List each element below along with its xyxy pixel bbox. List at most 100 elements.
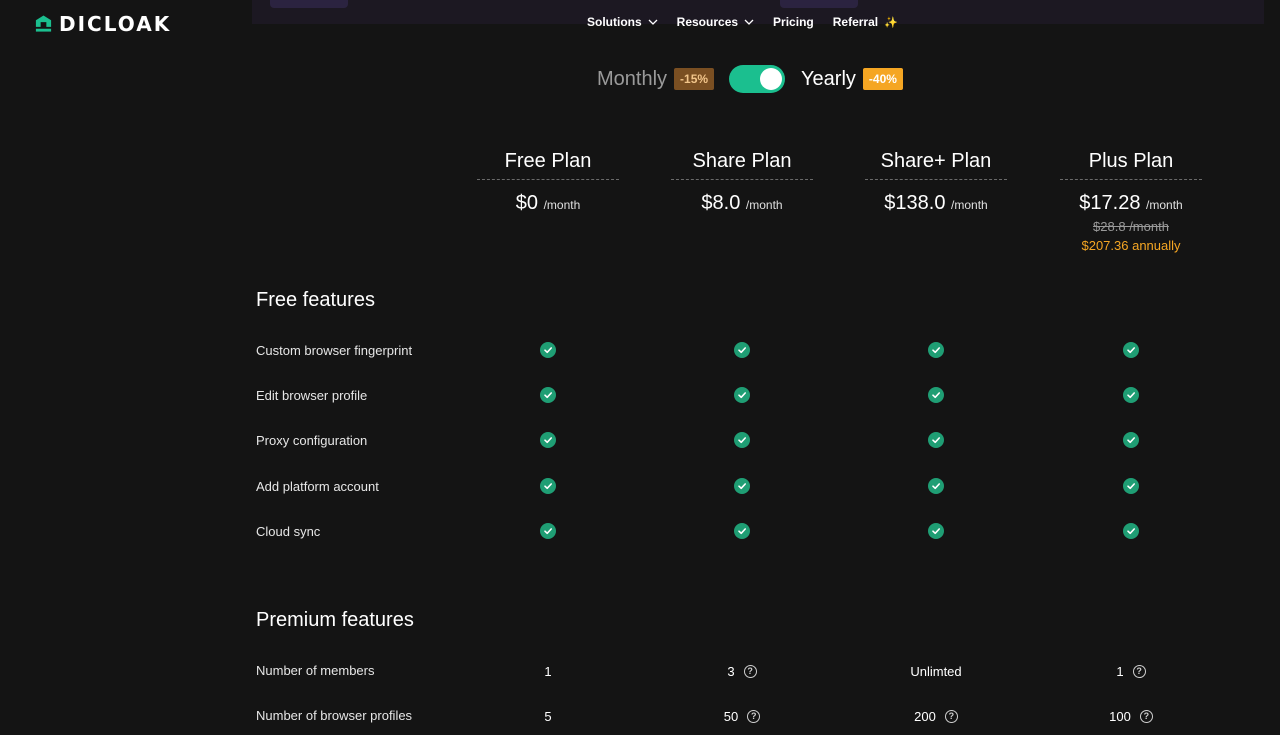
plan-price: $0 /month <box>477 192 619 215</box>
check-circle-icon <box>734 342 750 358</box>
billing-period-switch: Monthly -15% Yearly -40% <box>597 64 903 94</box>
feature-cell <box>865 340 1007 360</box>
feature-value: 1 <box>544 663 552 679</box>
old-price: $28.8 /month <box>1093 219 1169 234</box>
check-circle-icon <box>928 387 944 404</box>
nav-solutions[interactable]: Solutions <box>587 15 658 29</box>
feature-cell: 100? <box>1060 706 1202 726</box>
feature-cell <box>477 430 619 450</box>
price-amount: $0 <box>515 192 538 214</box>
feature-cell <box>865 476 1007 496</box>
banner-blob <box>780 0 858 8</box>
feature-label: Number of browser profiles <box>256 708 413 723</box>
premium-features-title: Premium features <box>256 609 414 631</box>
brand-logo[interactable]: DICLOAK <box>34 12 171 36</box>
price-period: /month <box>1146 198 1183 212</box>
feature-cell: 1 <box>477 661 619 681</box>
price-period: /month <box>543 198 581 212</box>
check-circle-icon <box>734 522 750 539</box>
help-icon[interactable]: ? <box>743 664 757 678</box>
check-circle-icon <box>1123 342 1139 358</box>
feature-cell <box>1060 430 1202 450</box>
yearly-label[interactable]: Yearly <box>801 68 856 91</box>
check-circle-icon <box>540 387 556 404</box>
feature-cell <box>865 430 1007 450</box>
nav-resources-label: Resources <box>676 15 739 29</box>
price-period: /month <box>745 198 783 212</box>
help-icon[interactable]: ? <box>747 709 761 723</box>
nav-resources[interactable]: Resources <box>677 15 754 29</box>
annual-price: $207.36 annually <box>1081 238 1181 253</box>
feature-value: 5 <box>544 708 552 724</box>
plan-price: $138.0 /month <box>865 192 1007 215</box>
nav-pricing[interactable]: Pricing <box>773 15 814 29</box>
check-circle-icon <box>734 432 750 449</box>
check-circle-icon <box>928 477 944 494</box>
monthly-label[interactable]: Monthly <box>597 68 667 91</box>
feature-value: 50 <box>723 708 739 724</box>
check-circle-icon <box>1123 387 1139 404</box>
plan-free: Free Plan $0 /month <box>477 150 619 215</box>
billing-toggle[interactable] <box>729 65 786 93</box>
plan-share-plus: Share+ Plan $138.0 /month <box>865 150 1007 215</box>
feature-cell: 50? <box>671 706 813 726</box>
feature-value: Unlimted <box>910 663 962 679</box>
check-circle-icon <box>734 477 750 494</box>
feature-cell <box>865 521 1007 541</box>
plan-name: Free Plan <box>477 150 619 180</box>
check-circle-icon <box>928 522 944 539</box>
main-nav: Solutions Resources Pricing Referral ✨ <box>587 15 917 29</box>
plan-share: Share Plan $8.0 /month <box>671 150 813 215</box>
plan-plus: Plus Plan $17.28 /month $28.8 /month $20… <box>1060 150 1202 253</box>
price-amount: $138.0 <box>884 192 946 214</box>
plan-name: Share+ Plan <box>865 150 1007 180</box>
yearly-discount-badge: -40% <box>862 68 903 90</box>
feature-cell: 5 <box>477 706 619 726</box>
check-circle-icon <box>540 522 556 539</box>
feature-cell <box>477 340 619 360</box>
help-icon[interactable]: ? <box>944 709 958 723</box>
nav-referral[interactable]: Referral ✨ <box>833 15 898 29</box>
feature-cell: 1? <box>1060 661 1202 681</box>
feature-cell <box>477 521 619 541</box>
price-period: /month <box>951 198 988 212</box>
plan-name: Plus Plan <box>1060 150 1202 180</box>
check-circle-icon <box>1123 522 1139 539</box>
help-icon[interactable]: ? <box>1132 664 1146 678</box>
feature-cell <box>477 476 619 496</box>
feature-label: Custom browser fingerprint <box>256 343 413 358</box>
feature-cell <box>1060 521 1202 541</box>
chevron-down-icon <box>744 19 754 25</box>
feature-cell <box>865 385 1007 405</box>
feature-cell <box>671 385 813 405</box>
feature-cell <box>671 521 813 541</box>
chevron-down-icon <box>648 19 658 25</box>
feature-value: 3 <box>727 663 735 679</box>
feature-cell <box>671 430 813 450</box>
feature-cell: 3? <box>671 661 813 681</box>
feature-value: 200 <box>914 708 936 724</box>
feature-cell: Unlimted <box>865 661 1007 681</box>
check-circle-icon <box>1123 477 1139 494</box>
check-circle-icon <box>540 342 556 358</box>
feature-cell: 200? <box>865 706 1007 726</box>
plan-name: Share Plan <box>671 150 813 180</box>
feature-cell <box>1060 340 1202 360</box>
nav-pricing-label: Pricing <box>773 15 814 29</box>
feature-value: 100 <box>1109 708 1131 724</box>
feature-label: Add platform account <box>256 478 379 494</box>
check-circle-icon <box>1123 432 1139 449</box>
feature-label: Cloud sync <box>256 523 321 539</box>
logo-icon <box>35 15 52 32</box>
monthly-discount-badge: -15% <box>674 68 715 90</box>
nav-solutions-label: Solutions <box>587 15 642 29</box>
feature-cell <box>671 476 813 496</box>
feature-label: Number of members <box>256 663 375 678</box>
help-icon[interactable]: ? <box>1139 709 1153 723</box>
plan-price: $8.0 /month <box>671 192 813 215</box>
feature-label: Edit browser profile <box>256 388 368 404</box>
check-circle-icon <box>540 477 556 494</box>
price-amount: $8.0 <box>701 192 741 214</box>
feature-cell <box>477 385 619 405</box>
check-circle-icon <box>734 387 750 404</box>
